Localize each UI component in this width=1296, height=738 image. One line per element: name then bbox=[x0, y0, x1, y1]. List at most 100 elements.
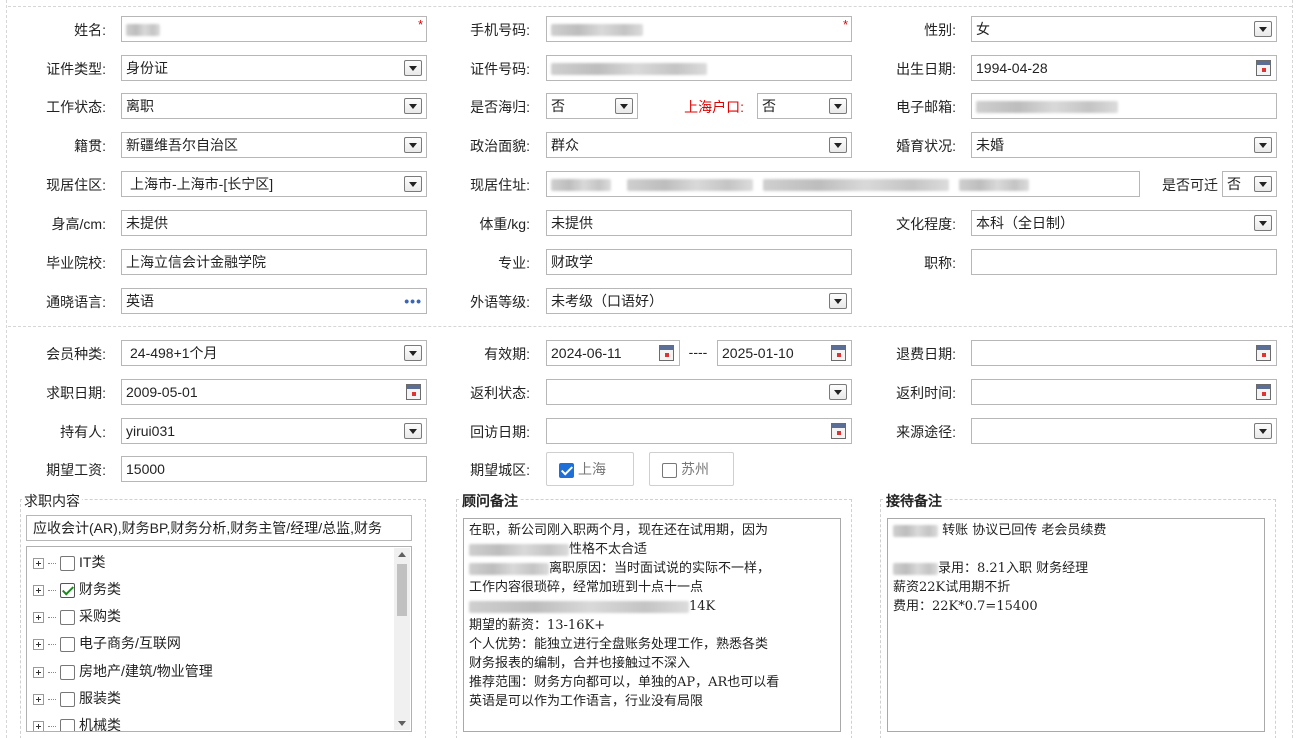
tree-item[interactable]: 财务类 bbox=[33, 579, 121, 599]
calendar-icon[interactable] bbox=[1256, 60, 1271, 76]
residence-addr-field[interactable] bbox=[546, 171, 1140, 197]
calendar-icon[interactable] bbox=[831, 423, 846, 439]
calendar-icon[interactable] bbox=[1256, 345, 1271, 361]
expand-icon[interactable] bbox=[33, 584, 44, 596]
chevron-down-icon[interactable] bbox=[615, 98, 633, 114]
tree-connector bbox=[48, 698, 56, 700]
tree-item[interactable]: IT类 bbox=[33, 552, 105, 572]
chevron-down-icon[interactable] bbox=[1254, 423, 1272, 439]
scroll-thumb[interactable] bbox=[397, 564, 407, 616]
rebate-status-select[interactable] bbox=[546, 379, 852, 405]
native-select[interactable]: 新疆维吾尔自治区 bbox=[121, 132, 427, 158]
hukou-select[interactable]: 否 bbox=[757, 93, 852, 119]
salary-field[interactable]: 15000 bbox=[121, 456, 427, 482]
overseas-select[interactable]: 否 bbox=[546, 93, 638, 119]
calendar-icon[interactable] bbox=[659, 345, 674, 361]
note-line: 费用：22K*0.7=15400 bbox=[893, 597, 1259, 616]
chevron-down-icon[interactable] bbox=[829, 293, 847, 309]
chevron-down-icon[interactable] bbox=[1254, 137, 1272, 153]
revisit-date-field[interactable] bbox=[546, 418, 852, 444]
chevron-down-icon[interactable] bbox=[404, 176, 422, 192]
tree-item[interactable]: 服装类 bbox=[33, 688, 121, 708]
work-status-value: 离职 bbox=[126, 98, 154, 114]
note-line: 推荐范围：财务方向都可以，单独的AP，AR也可以看 bbox=[469, 673, 835, 692]
job-content-summary[interactable]: 应收会计(AR),财务BP,财务分析,财务主管/经理/总监,财务 bbox=[26, 515, 412, 541]
gender-select[interactable]: 女 bbox=[971, 16, 1277, 42]
chevron-down-icon[interactable] bbox=[1254, 215, 1272, 231]
tree-item[interactable]: 机械类 bbox=[33, 715, 121, 731]
advisor-notes-textarea[interactable]: 在职，新公司刚入职两个月，现在还在试用期，因为 性格不太合适 离职原因：当时面试说的… bbox=[463, 518, 841, 732]
tree-item[interactable]: 采购类 bbox=[33, 606, 121, 626]
expand-icon[interactable] bbox=[33, 611, 44, 623]
valid-from-field[interactable]: 2024-06-11 bbox=[546, 340, 680, 366]
language-field[interactable]: 英语 ••• bbox=[121, 288, 427, 314]
chevron-down-icon[interactable] bbox=[404, 60, 422, 76]
work-status-select[interactable]: 离职 bbox=[121, 93, 427, 119]
name-field[interactable]: * bbox=[121, 16, 427, 42]
checkbox-icon[interactable] bbox=[60, 691, 75, 707]
chevron-down-icon[interactable] bbox=[404, 423, 422, 439]
education-value: 本科（全日制） bbox=[976, 215, 1074, 231]
major-field[interactable]: 财政学 bbox=[546, 249, 852, 275]
calendar-icon[interactable] bbox=[1256, 384, 1271, 400]
checkbox-icon[interactable] bbox=[60, 664, 75, 680]
relocatable-select[interactable]: 否 bbox=[1222, 171, 1277, 197]
id-number-field[interactable] bbox=[546, 55, 852, 81]
checkbox-icon[interactable] bbox=[60, 555, 75, 571]
birth-date-field[interactable]: 1994-04-28 bbox=[971, 55, 1277, 81]
refund-date-label: 退费日期: bbox=[896, 346, 956, 362]
chevron-down-icon[interactable] bbox=[404, 345, 422, 361]
email-field[interactable] bbox=[971, 93, 1277, 119]
more-icon[interactable]: ••• bbox=[404, 289, 422, 313]
height-field[interactable]: 未提供 bbox=[121, 210, 427, 236]
chevron-down-icon[interactable] bbox=[1254, 176, 1272, 192]
checkbox-checked-icon[interactable] bbox=[60, 582, 75, 598]
chevron-down-icon[interactable] bbox=[829, 98, 847, 114]
city-option-suzhou[interactable]: 苏州 bbox=[649, 452, 734, 486]
checkbox-icon[interactable] bbox=[662, 462, 677, 478]
expand-icon[interactable] bbox=[33, 666, 44, 678]
tree-item[interactable]: 电子商务/互联网 bbox=[33, 633, 181, 653]
chevron-down-icon[interactable] bbox=[404, 137, 422, 153]
expand-icon[interactable] bbox=[33, 720, 44, 731]
calendar-icon[interactable] bbox=[831, 345, 846, 361]
scrollbar[interactable] bbox=[394, 548, 410, 730]
political-select[interactable]: 群众 bbox=[546, 132, 852, 158]
phone-field[interactable]: * bbox=[546, 16, 852, 42]
scroll-down-icon[interactable] bbox=[398, 721, 406, 726]
holder-select[interactable]: yirui031 bbox=[121, 418, 427, 444]
residence-area-select[interactable]: 上海市-上海市-[长宁区] bbox=[121, 171, 427, 197]
chevron-down-icon[interactable] bbox=[404, 98, 422, 114]
reception-notes-textarea[interactable]: 转账 协议已回传 老会员续费 录用：8.21入职 财务经理 薪资22K试用期不折费… bbox=[887, 518, 1265, 732]
tree-item-label: IT类 bbox=[79, 554, 106, 570]
checkbox-checked-icon[interactable] bbox=[559, 462, 574, 478]
source-select[interactable] bbox=[971, 418, 1277, 444]
valid-to-field[interactable]: 2025-01-10 bbox=[717, 340, 852, 366]
city-option-shanghai[interactable]: 上海 bbox=[546, 452, 634, 486]
education-select[interactable]: 本科（全日制） bbox=[971, 210, 1277, 236]
checkbox-icon[interactable] bbox=[60, 718, 75, 731]
expand-icon[interactable] bbox=[33, 638, 44, 650]
checkbox-icon[interactable] bbox=[60, 636, 75, 652]
chevron-down-icon[interactable] bbox=[829, 384, 847, 400]
foreign-level-select[interactable]: 未考级（口语好） bbox=[546, 288, 852, 314]
calendar-icon[interactable] bbox=[406, 384, 421, 400]
marital-select[interactable]: 未婚 bbox=[971, 132, 1277, 158]
job-title-field[interactable] bbox=[971, 249, 1277, 275]
checkbox-icon[interactable] bbox=[60, 609, 75, 625]
refund-date-field[interactable] bbox=[971, 340, 1277, 366]
chevron-down-icon[interactable] bbox=[829, 137, 847, 153]
top-divider bbox=[8, 6, 1292, 7]
id-type-select[interactable]: 身份证 bbox=[121, 55, 427, 81]
job-category-tree[interactable]: IT类 财务类 采购类 电子商务/互联网 房地产/建筑/物业管理 服装类 机械类 bbox=[26, 546, 412, 732]
rebate-time-field[interactable] bbox=[971, 379, 1277, 405]
tree-item[interactable]: 房地产/建筑/物业管理 bbox=[33, 661, 213, 681]
expand-icon[interactable] bbox=[33, 693, 44, 705]
member-type-select[interactable]: 24-498+1个月 bbox=[121, 340, 427, 366]
school-field[interactable]: 上海立信会计金融学院 bbox=[121, 249, 427, 275]
chevron-down-icon[interactable] bbox=[1254, 21, 1272, 37]
job-date-field[interactable]: 2009-05-01 bbox=[121, 379, 427, 405]
scroll-up-icon[interactable] bbox=[398, 552, 406, 557]
weight-field[interactable]: 未提供 bbox=[546, 210, 852, 236]
expand-icon[interactable] bbox=[33, 557, 44, 569]
